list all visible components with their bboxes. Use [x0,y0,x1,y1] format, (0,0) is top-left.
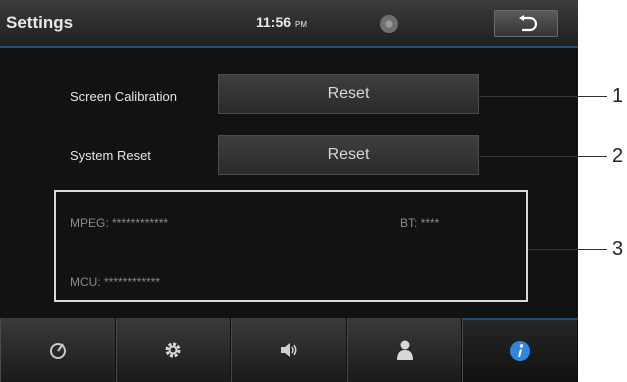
clock-ampm: PM [295,20,308,29]
callout-line-3 [528,249,607,250]
nav-settings[interactable] [115,318,232,382]
nav-user[interactable] [346,318,463,382]
person-icon [396,340,413,360]
callout-line-1 [480,96,607,97]
callout-number-2: 2 [612,145,624,167]
callout-line-2 [480,156,607,157]
page-title: Settings [6,13,74,32]
system-reset-button[interactable]: Reset [218,135,479,175]
callout-number-1: 1 [612,85,624,107]
nav-sound[interactable] [231,318,347,382]
screen-calibration-label: Screen Calibration [70,89,177,104]
gauge-icon [49,343,66,359]
mcu-version: MCU: ************ [70,275,161,289]
bt-version: BT: **** [400,216,440,230]
version-info-box: MPEG: ************ BT: **** MCU: *******… [54,190,528,302]
system-reset-label: System Reset [70,148,151,163]
screen-calibration-reset-button[interactable]: Reset [218,74,479,114]
mpeg-version: MPEG: ************ [70,216,169,230]
bottom-nav [0,318,578,382]
header-bar: Settings 11:56 PM [0,0,578,48]
clock: 11:56 PM [256,14,307,30]
info-icon [510,341,531,361]
disc-icon [380,15,398,33]
callout-number-3: 3 [612,238,624,260]
device-screen: Settings 11:56 PM Screen Calibration Rese… [0,0,578,382]
clock-time: 11:56 [256,14,292,30]
back-button[interactable] [494,10,558,37]
nav-gauge[interactable] [0,318,116,382]
nav-info[interactable] [462,318,578,382]
speaker-icon [280,343,297,357]
back-arrow-icon [519,15,537,32]
gear-icon [165,342,181,358]
